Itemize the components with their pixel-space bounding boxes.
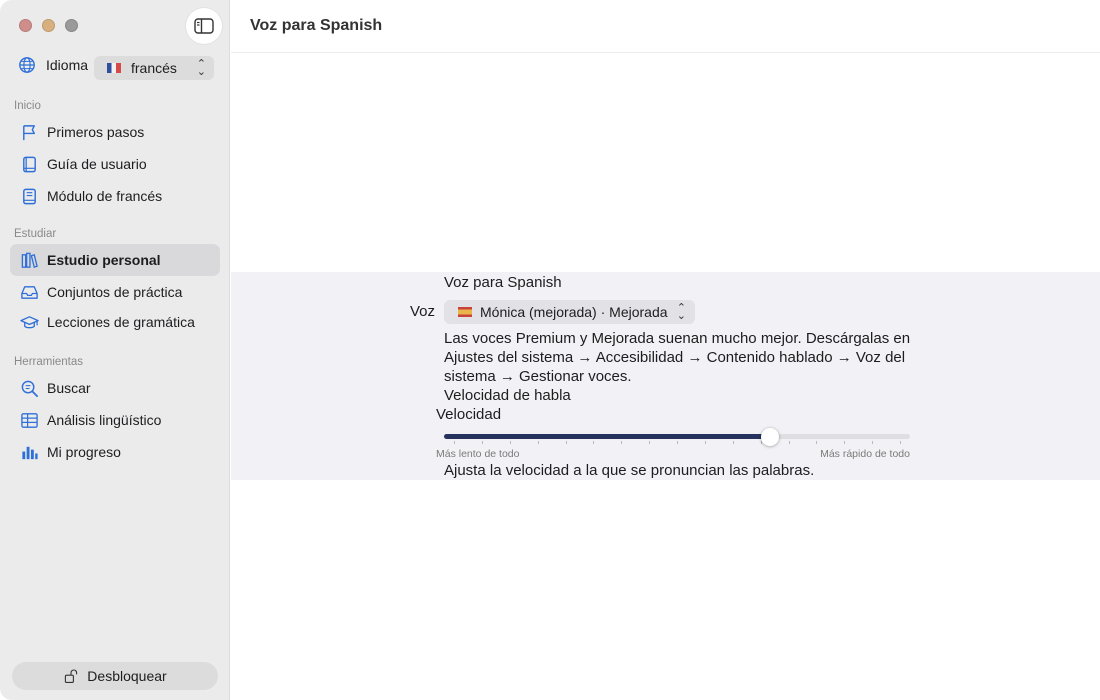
section-title-inicio: Inicio <box>14 100 41 112</box>
slider-tick <box>677 441 678 444</box>
rate-min-label: Más lento de todo <box>436 448 520 460</box>
globe-icon <box>19 57 35 73</box>
sidebar-item-label: Módulo de francés <box>47 188 163 204</box>
voice-section-heading: Voz para Spanish <box>444 274 562 291</box>
sidebar-item-primeros-pasos[interactable]: Primeros pasos <box>10 116 220 148</box>
unlock-icon <box>65 669 78 683</box>
speech-rate-slider[interactable] <box>444 428 910 446</box>
sidebar-item-label: Análisis lingüístico <box>47 412 162 428</box>
sidebar-icon <box>194 18 214 34</box>
sidebar-item-conjuntos-de-practica[interactable]: Conjuntos de práctica <box>10 276 220 308</box>
slider-fill <box>444 434 771 439</box>
sidebar-item-mi-progreso[interactable]: Mi progreso <box>10 436 220 468</box>
slider-tick <box>481 441 483 444</box>
chevron-up-down-icon: ⌃ ⌄ <box>196 58 206 78</box>
slider-tick <box>621 441 623 444</box>
app-window: Idioma francés ⌃ ⌄ Inicio Primeros pasos … <box>0 0 1100 700</box>
sidebar-item-label: Mi progreso <box>47 444 121 460</box>
chevron-up-down-icon: ⌃ ⌄ <box>676 302 686 322</box>
window-controls <box>19 19 78 32</box>
slider-tick <box>844 441 846 444</box>
flag-icon <box>19 122 39 142</box>
slider-tick <box>509 441 511 444</box>
language-row: Idioma francés ⌃ ⌄ <box>18 56 214 80</box>
voice-label: Voz <box>410 303 436 320</box>
unlock-button[interactable]: Desbloquear <box>12 662 218 690</box>
voice-select-value: Mónica (mejorada) · Mejorada <box>480 304 668 320</box>
module-book-icon <box>19 186 39 206</box>
slider-tick <box>816 441 818 444</box>
slider-tick <box>732 441 734 444</box>
rate-section-heading: Velocidad de habla <box>444 387 571 404</box>
zoom-window-button[interactable] <box>65 19 78 32</box>
french-flag-icon <box>107 63 121 73</box>
sidebar-toggle-button[interactable] <box>186 8 222 44</box>
voice-select[interactable]: Mónica (mejorada) · Mejorada ⌃ ⌄ <box>444 300 695 324</box>
slider-tick <box>537 441 539 444</box>
spanish-flag-icon <box>458 307 472 317</box>
slider-tick <box>788 441 790 444</box>
table-icon <box>19 410 39 430</box>
main-content: Voz para Spanish Voz para Spanish Voz Mó… <box>231 0 1100 700</box>
slider-tick <box>593 441 595 444</box>
page-title: Voz para Spanish <box>250 17 383 34</box>
title-bar: Voz para Spanish <box>231 0 1100 53</box>
sidebar-item-label: Conjuntos de práctica <box>47 284 183 300</box>
graduation-cap-icon <box>19 312 39 332</box>
rate-label: Velocidad <box>436 406 502 423</box>
sidebar-item-label: Guía de usuario <box>47 156 147 172</box>
books-icon <box>19 250 39 270</box>
close-window-button[interactable] <box>19 19 32 32</box>
sidebar-item-buscar[interactable]: Buscar <box>10 372 220 404</box>
slider-tick <box>704 441 706 444</box>
language-select-value: francés <box>131 60 177 76</box>
rate-help-text: Ajusta la velocidad a la que se pronunci… <box>444 462 815 479</box>
sidebar-item-label: Buscar <box>47 380 91 396</box>
sidebar-item-label: Lecciones de gramática <box>47 314 195 330</box>
slider-tick <box>649 441 651 444</box>
unlock-button-label: Desbloquear <box>87 668 167 684</box>
voice-help-text: Las voces Premium y Mejorada suenan much… <box>444 330 911 385</box>
slider-tick <box>454 441 455 444</box>
search-text-icon <box>19 378 39 398</box>
language-label: Idioma <box>46 57 89 73</box>
minimize-window-button[interactable] <box>42 19 55 32</box>
bar-chart-icon <box>19 442 39 462</box>
tray-icon <box>19 282 39 302</box>
sidebar-item-lecciones-de-gramatica[interactable]: Lecciones de gramática <box>10 306 220 338</box>
slider-tick <box>872 441 874 444</box>
sidebar-item-label: Estudio personal <box>47 252 161 268</box>
section-title-herramientas: Herramientas <box>14 356 84 368</box>
slider-tick <box>565 441 567 444</box>
slider-ticks <box>444 441 910 445</box>
slider-tick <box>900 441 901 444</box>
voice-settings-panel: Voz para Spanish Voz Mónica (mejorada) ·… <box>231 272 1100 480</box>
book-icon <box>19 154 39 174</box>
rate-max-label: Más rápido de todo <box>820 448 910 460</box>
section-title-estudiar: Estudiar <box>14 228 57 240</box>
language-select[interactable]: francés ⌃ ⌄ <box>94 56 214 80</box>
sidebar-item-label: Primeros pasos <box>47 124 145 140</box>
sidebar: Idioma francés ⌃ ⌄ Inicio Primeros pasos … <box>0 0 230 700</box>
sidebar-item-guia-de-usuario[interactable]: Guía de usuario <box>10 148 220 180</box>
sidebar-item-analisis-linguistico[interactable]: Análisis lingüístico <box>10 404 220 436</box>
sidebar-item-modulo-de-frances[interactable]: Módulo de francés <box>10 180 220 212</box>
sidebar-item-estudio-personal[interactable]: Estudio personal <box>10 244 220 276</box>
